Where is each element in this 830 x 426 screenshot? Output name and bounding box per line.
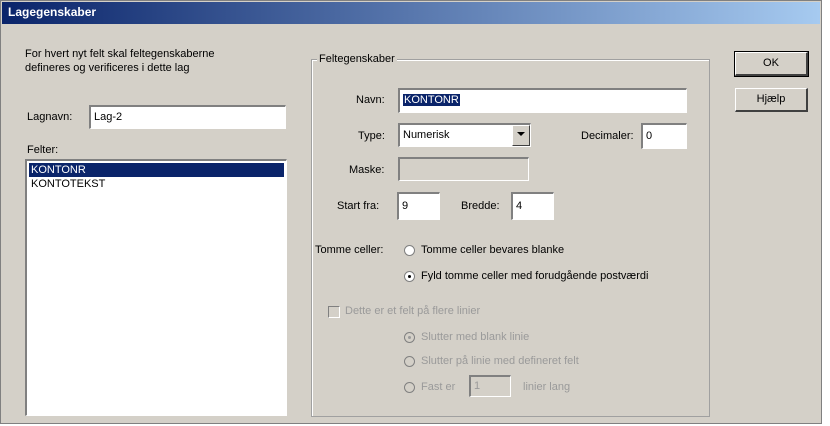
layername-label: Lagnavn: [27,111,73,123]
ml-opt3-input[interactable]: 1 [469,375,511,397]
layername-input[interactable]: Lag-2 [89,105,286,129]
field-properties-legend: Feltegenskaber [317,52,397,66]
title-bar: Lagegenskaber [2,2,820,24]
empty-opt2-label: Fyld tomme celler med forudgående postvæ… [421,270,649,282]
ml-opt3-prefix: Fast er [421,381,456,393]
ml-opt1-label: Slutter med blank linie [421,331,530,343]
empty-opt1-label: Tomme celler bevares blanke [421,244,565,256]
ok-button[interactable]: OK [734,51,809,77]
ml-opt2-radio[interactable] [404,356,415,367]
help-button[interactable]: Hjælp [735,88,808,112]
ml-opt3-suffix: linier lang [523,381,571,393]
description-line-1: For hvert nyt felt skal feltegenskaberne [25,48,215,60]
start-label: Start fra: [337,200,380,212]
width-label: Bredde: [461,200,500,212]
empty-opt2-radio[interactable] [404,271,415,282]
start-input[interactable]: 9 [397,192,440,220]
fields-label: Felter: [27,144,59,156]
list-item[interactable]: KONTOTEKST [29,177,284,191]
list-item[interactable]: KONTONR [29,163,284,177]
empty-cells-label: Tomme celler: [315,244,384,256]
fields-listbox[interactable]: KONTONR KONTOTEKST [25,159,287,416]
mask-label: Maske: [349,164,385,176]
window-title: Lagegenskaber [8,5,97,19]
description-line-2: defineres og verificeres i dette lag [25,62,190,74]
empty-opt1-radio[interactable] [404,245,415,256]
mask-input[interactable] [398,157,529,181]
multiline-checkbox[interactable] [328,306,340,318]
name-value: KONTONR [403,94,460,106]
type-label: Type: [358,130,385,142]
ml-opt1-radio[interactable] [404,332,415,343]
name-label: Navn: [356,94,385,106]
decimals-input[interactable]: 0 [641,123,687,149]
multiline-label: Dette er et felt på flere linier [345,305,481,317]
type-select[interactable]: Numerisk [398,123,531,147]
width-input[interactable]: 4 [511,192,554,220]
layer-properties-dialog: Lagegenskaber For hvert nyt felt skal fe… [0,0,822,424]
type-value: Numerisk [403,129,450,141]
decimals-label: Decimaler: [581,130,634,142]
name-input[interactable]: KONTONR [398,88,687,113]
ml-opt2-label: Slutter på linie med defineret felt [421,355,579,367]
chevron-down-icon[interactable] [512,125,530,146]
ml-opt3-radio[interactable] [404,382,415,393]
